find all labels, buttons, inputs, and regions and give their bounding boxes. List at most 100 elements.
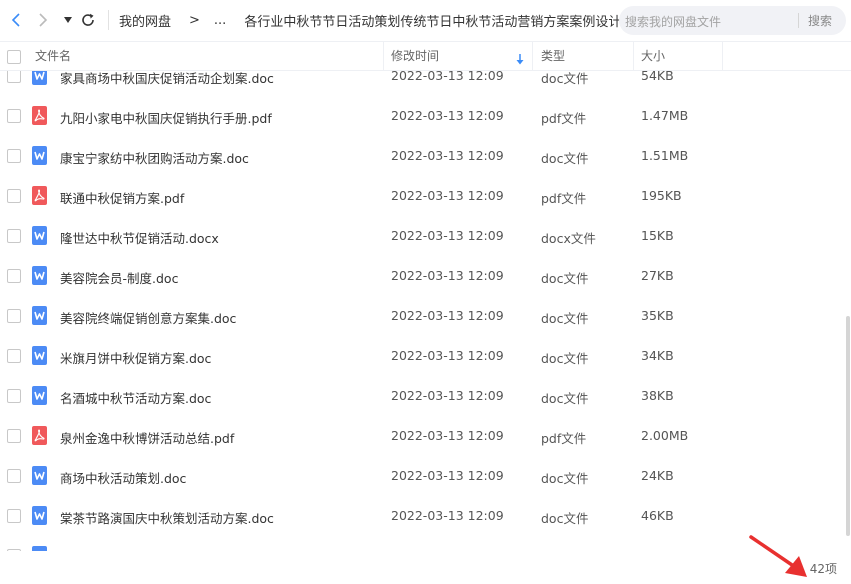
file-name[interactable]: 康宝宁家纺中秋团购活动方案.doc [60, 148, 249, 167]
file-size: 24KB [641, 468, 674, 483]
file-modified: 2022-03-13 12:09 [391, 228, 504, 243]
word-file-icon [32, 306, 47, 325]
column-name[interactable]: 文件名 [35, 42, 71, 70]
file-name[interactable]: 美容院终端促销创意方案集.doc [60, 308, 236, 327]
file-modified: 2022-03-13 12:09 [391, 308, 504, 323]
word-file-icon [32, 506, 47, 525]
file-type: docx文件 [541, 231, 596, 246]
breadcrumb-current[interactable]: 各行业中秋节节日活动策划传统节日中秋节活动营销方案案例设计 [244, 11, 621, 30]
file-checkbox[interactable] [7, 469, 21, 483]
file-modified: 2022-03-13 12:09 [391, 148, 504, 163]
file-row[interactable]: 商场中秋活动策划.doc 2022-03-13 12:09 doc文件 24KB [0, 456, 851, 496]
file-modified: 2022-03-13 12:09 [391, 348, 504, 363]
file-checkbox[interactable] [7, 229, 21, 243]
file-checkbox[interactable] [7, 429, 21, 443]
refresh-button[interactable] [78, 10, 98, 30]
column-divider [722, 42, 723, 70]
file-checkbox[interactable] [7, 149, 21, 163]
word-file-icon [32, 346, 47, 365]
file-size: 54KB [641, 71, 674, 83]
file-checkbox[interactable] [7, 109, 21, 123]
file-row[interactable]: 美容院终端促销创意方案集.doc 2022-03-13 12:09 doc文件 35K… [0, 296, 851, 336]
file-checkbox[interactable] [7, 349, 21, 363]
search-input[interactable] [623, 10, 791, 33]
back-button[interactable] [6, 10, 26, 30]
search-button[interactable]: 搜索 [808, 12, 832, 29]
file-checkbox[interactable] [7, 309, 21, 323]
file-row[interactable]: 隆世达中秋节促销活动.docx 2022-03-13 12:09 docx文件 15K… [0, 216, 851, 256]
column-divider [383, 42, 384, 70]
pdf-file-icon [32, 186, 47, 205]
word-file-icon [32, 386, 47, 405]
file-name[interactable]: 名酒城中秋节活动方案.doc [60, 388, 211, 407]
word-file-icon [32, 466, 47, 485]
chevron-right-icon [39, 13, 48, 27]
column-type[interactable]: 类型 [541, 42, 565, 70]
file-size: 15KB [641, 228, 674, 243]
caret-down-icon [64, 17, 72, 23]
pdf-file-icon [32, 426, 47, 445]
file-modified: 2022-03-13 12:09 [391, 428, 504, 443]
file-modified: 2022-03-13 12:09 [391, 188, 504, 203]
file-type: doc文件 [541, 71, 589, 86]
breadcrumb-ellipsis[interactable]: ... [214, 13, 226, 28]
file-name[interactable]: 米旗月饼中秋促销方案.doc [60, 348, 211, 367]
file-size: 2.00MB [641, 428, 689, 443]
file-row[interactable]: 米旗月饼中秋促销方案.doc 2022-03-13 12:09 doc文件 34KB [0, 336, 851, 376]
breadcrumb-root[interactable]: 我的网盘 [119, 11, 171, 30]
file-row[interactable]: 家具商场中秋国庆促销活动企划案.doc 2022-03-13 12:09 doc文件… [0, 71, 851, 96]
file-row[interactable]: 康宝宁家纺中秋团购活动方案.doc 2022-03-13 12:09 doc文件 1.… [0, 136, 851, 176]
file-row[interactable]: 棠茶节路演国庆中秋策划活动方案.doc 2022-03-13 12:09 doc文件… [0, 496, 851, 536]
column-modified[interactable]: 修改时间 [391, 42, 439, 70]
word-file-icon [32, 146, 47, 165]
sort-arrow-icon[interactable] [516, 50, 524, 69]
forward-button[interactable] [33, 10, 53, 30]
annotation-arrow-icon [749, 535, 807, 577]
file-name[interactable]: 九阳小家电中秋国庆促销执行手册.pdf [60, 108, 272, 127]
file-row[interactable]: 名酒城中秋节活动方案.doc 2022-03-13 12:09 doc文件 38KB [0, 376, 851, 416]
file-type: doc文件 [541, 271, 589, 286]
breadcrumb: 我的网盘 > ... 各行业中秋节节日活动策划传统节日中秋节活动营销方案案例设计… [108, 0, 644, 41]
file-row[interactable]: 联通中秋促销方案.pdf 2022-03-13 12:09 pdf文件 195KB [0, 176, 851, 216]
search-box: 搜索 [619, 6, 846, 35]
file-type: doc文件 [541, 351, 589, 366]
file-checkbox[interactable] [7, 269, 21, 283]
column-divider [633, 42, 634, 70]
file-name[interactable]: 美容院会员-制度.doc [60, 268, 178, 287]
scrollbar[interactable] [846, 71, 850, 551]
file-modified: 2022-03-13 12:09 [391, 508, 504, 523]
history-dropdown-button[interactable] [58, 10, 78, 30]
item-count: 42项 [809, 562, 837, 576]
file-name[interactable]: 联通中秋促销方案.pdf [60, 188, 184, 207]
file-size: 38KB [641, 388, 674, 403]
file-name[interactable]: 泉州金逸中秋博饼活动总结.pdf [60, 428, 234, 447]
breadcrumb-separator: > [189, 13, 200, 28]
column-size[interactable]: 大小 [641, 42, 665, 70]
file-size: 195KB [641, 188, 682, 203]
file-type: pdf文件 [541, 191, 587, 206]
file-modified: 2022-03-13 12:09 [391, 268, 504, 283]
file-modified: 2022-03-13 12:09 [391, 108, 504, 123]
file-row[interactable]: 泉州金逸中秋博饼活动总结.pdf 2022-03-13 12:09 pdf文件 2.0… [0, 416, 851, 456]
file-name[interactable]: 隆世达中秋节促销活动.docx [60, 228, 219, 247]
file-name[interactable]: 棠茶节路演国庆中秋策划活动方案.doc [60, 508, 274, 527]
file-name[interactable]: 商场中秋活动策划.doc [60, 468, 186, 487]
file-type: doc文件 [541, 511, 589, 526]
file-row[interactable]: 美容院会员-制度.doc 2022-03-13 12:09 doc文件 27KB [0, 256, 851, 296]
file-checkbox[interactable] [7, 189, 21, 203]
file-row[interactable] [0, 536, 851, 551]
select-all-checkbox[interactable] [7, 50, 21, 64]
file-size: 27KB [641, 268, 674, 283]
search-divider [798, 13, 799, 28]
file-modified: 2022-03-13 12:09 [391, 468, 504, 483]
file-checkbox[interactable] [7, 389, 21, 403]
file-type: doc文件 [541, 391, 589, 406]
file-name[interactable]: 家具商场中秋国庆促销活动企划案.doc [60, 71, 274, 87]
file-checkbox[interactable] [7, 71, 21, 83]
file-row[interactable]: 九阳小家电中秋国庆促销执行手册.pdf 2022-03-13 12:09 pdf文件… [0, 96, 851, 136]
word-file-icon [32, 266, 47, 285]
scrollbar-thumb[interactable] [846, 316, 850, 536]
file-type: doc文件 [541, 311, 589, 326]
file-checkbox[interactable] [7, 509, 21, 523]
file-size: 35KB [641, 308, 674, 323]
